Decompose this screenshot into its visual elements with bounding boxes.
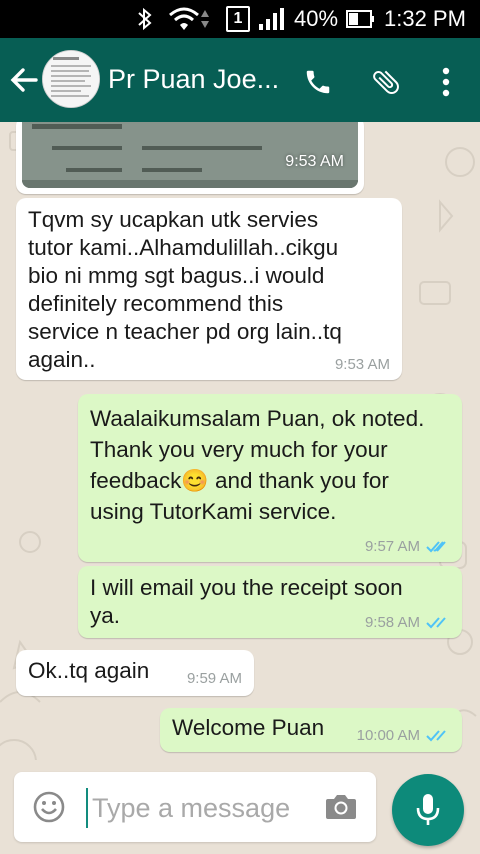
message-meta: 10:00 AM — [357, 727, 450, 745]
voice-message-button[interactable] — [392, 774, 464, 846]
image-message[interactable]: 9:53 AM — [16, 122, 364, 194]
message-meta: 9:59 AM — [187, 670, 242, 688]
status-bar: 1 40% 1:32 PM — [0, 0, 480, 38]
outgoing-message[interactable]: I will email you the receipt soon ya. 9:… — [78, 566, 462, 638]
camera-icon — [326, 795, 356, 819]
message-time: 9:53 AM — [334, 356, 390, 373]
double-check-read-icon — [426, 730, 446, 742]
camera-button[interactable] — [324, 791, 358, 823]
back-arrow-icon — [10, 68, 38, 92]
avatar-image — [43, 51, 99, 107]
attach-button[interactable] — [366, 62, 406, 102]
double-check-read-icon — [426, 541, 446, 553]
wifi-icon — [168, 6, 200, 32]
message-input[interactable] — [86, 788, 314, 828]
message-meta: 9:58 AM — [365, 614, 450, 632]
composer-bar — [0, 760, 480, 854]
image-attachment[interactable]: 9:53 AM — [22, 122, 358, 188]
paperclip-icon — [373, 70, 399, 95]
message-meta: 9:57 AM — [365, 538, 450, 556]
message-time: 9:53 AM — [285, 153, 344, 170]
clock: 1:32 PM — [384, 6, 466, 31]
sim-icon: 1 — [226, 6, 250, 32]
message-time: 9:57 AM — [364, 538, 420, 555]
message-input-box — [14, 772, 376, 842]
battery-icon — [346, 6, 374, 32]
incoming-message[interactable]: Tqvm sy ucapkan utk servies tutor kami..… — [16, 198, 402, 380]
outgoing-message[interactable]: Waalaikumsalam Puan, ok noted. Thank you… — [78, 394, 462, 562]
data-arrows-icon — [200, 6, 210, 32]
outgoing-message[interactable]: Welcome Puan 10:00 AM — [160, 708, 462, 752]
message-meta: 9:53 AM — [335, 356, 390, 374]
double-check-read-icon — [426, 617, 446, 629]
chat-header: Pr Puan Joe... — [0, 38, 480, 122]
incoming-message[interactable]: Ok..tq again 9:59 AM — [16, 650, 254, 696]
message-time: 10:00 AM — [356, 727, 420, 744]
more-options-button[interactable] — [426, 62, 466, 102]
bluetooth-icon — [136, 6, 154, 32]
battery-percent: 40% — [294, 6, 339, 31]
avatar[interactable] — [42, 50, 100, 108]
message-text: Tqvm sy ucapkan utk servies tutor kami..… — [28, 207, 342, 372]
message-time: 9:58 AM — [364, 614, 420, 631]
message-text: Waalaikumsalam Puan, ok noted. Thank you… — [90, 403, 450, 527]
voice-call-button[interactable] — [298, 62, 338, 102]
smiling-face-emoji: 😊 — [181, 468, 209, 493]
emoji-button[interactable] — [32, 790, 66, 824]
back-button[interactable] — [8, 64, 40, 96]
sim-label: 1 — [226, 6, 250, 32]
signal-icon — [258, 6, 284, 32]
contact-name[interactable]: Pr Puan Joe... — [108, 64, 283, 95]
emoji-smiley-icon — [33, 791, 65, 823]
message-time: 9:59 AM — [186, 670, 242, 687]
more-vert-icon — [442, 67, 450, 97]
message-list[interactable]: 9:53 AM Tqvm sy ucapkan utk servies tuto… — [0, 122, 480, 760]
phone-icon — [306, 70, 330, 94]
microphone-icon — [416, 794, 440, 825]
